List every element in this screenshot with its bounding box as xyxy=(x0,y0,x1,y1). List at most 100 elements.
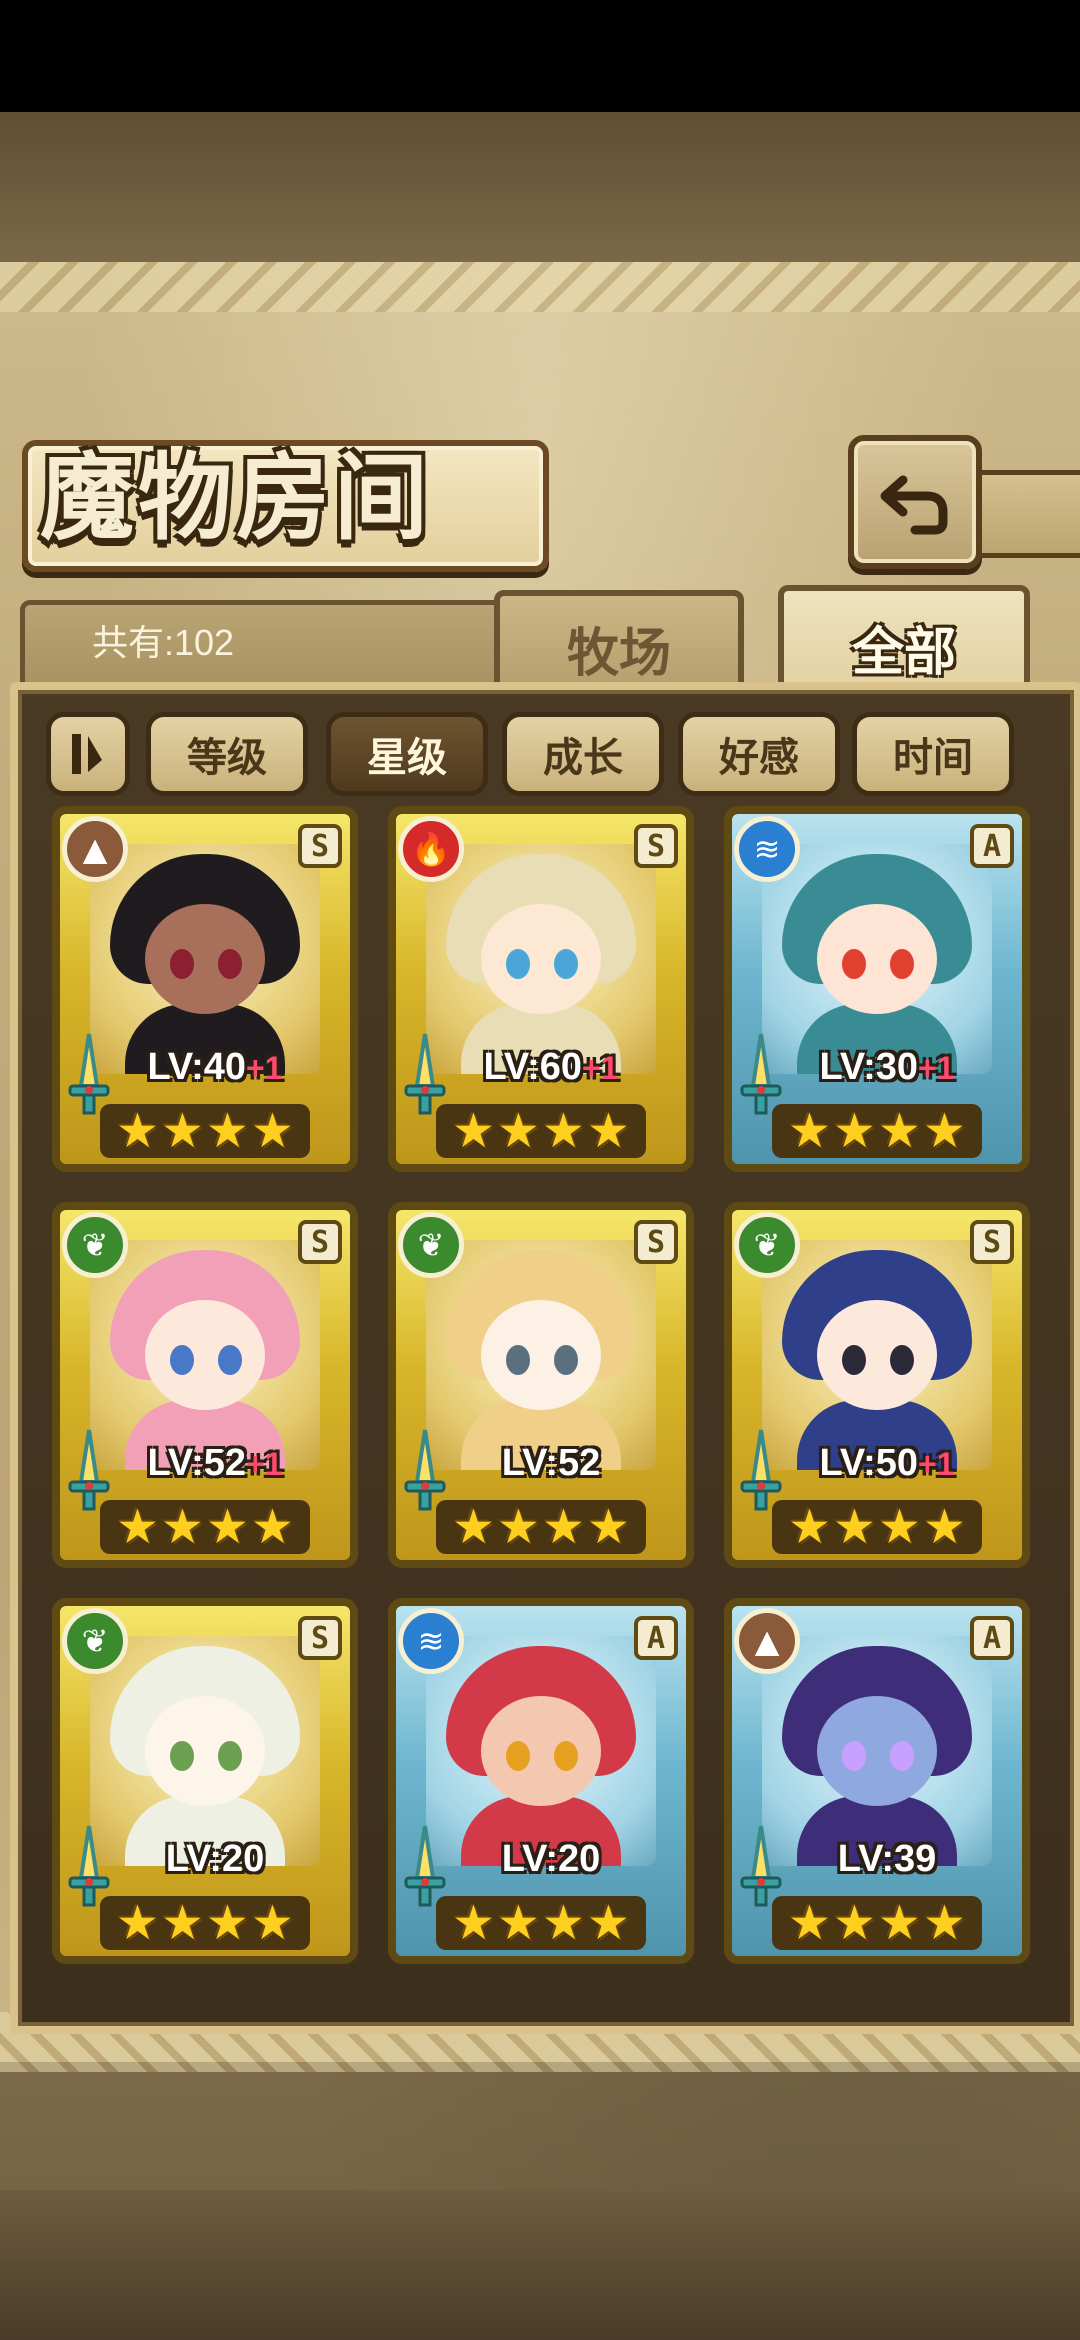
earth-element-icon: ▲ xyxy=(62,816,128,882)
water-element-icon: ≋ xyxy=(398,1608,464,1674)
filter-toggle-icon xyxy=(72,734,102,774)
monster-portrait xyxy=(90,844,320,1074)
portrait-eye xyxy=(218,1345,242,1375)
rank-badge: A xyxy=(970,1616,1014,1660)
portrait-face xyxy=(481,904,601,1014)
sort-level-button[interactable]: 等级 xyxy=(146,712,308,796)
monster-card[interactable]: ❦ S LV:50+1 ★ ★ ★ ★ xyxy=(724,1202,1030,1568)
rank-badge: S xyxy=(298,1616,342,1660)
star-rating: ★ ★ ★ ★ xyxy=(100,1500,310,1554)
star-icon: ★ xyxy=(923,1895,967,1951)
back-button[interactable] xyxy=(848,435,982,569)
star-icon: ★ xyxy=(251,1103,295,1159)
star-icon: ★ xyxy=(206,1895,250,1951)
level-label: LV:39 xyxy=(772,1834,1002,1884)
star-icon: ★ xyxy=(832,1103,876,1159)
level-value: LV:39 xyxy=(837,1838,937,1880)
portrait-face xyxy=(481,1696,601,1806)
sort-star-button[interactable]: 星级 xyxy=(326,712,488,796)
level-bonus: +1 xyxy=(246,1446,283,1482)
rank-badge: S xyxy=(634,824,678,868)
monster-card[interactable]: ≋ A LV:30+1 ★ ★ ★ ★ xyxy=(724,806,1030,1172)
level-bonus: +1 xyxy=(918,1446,955,1482)
level-value: LV:52 xyxy=(147,1442,247,1484)
star-icon: ★ xyxy=(878,1499,922,1555)
star-icon: ★ xyxy=(115,1103,159,1159)
monster-portrait xyxy=(426,844,656,1074)
level-label: LV:30+1 xyxy=(772,1042,1002,1092)
star-icon: ★ xyxy=(542,1103,586,1159)
portrait-face xyxy=(481,1300,601,1410)
level-value: LV:50 xyxy=(819,1442,919,1484)
page-title: 魔物房间 xyxy=(40,443,433,553)
level-bonus: +1 xyxy=(918,1050,955,1086)
level-value: LV:52 xyxy=(501,1442,601,1484)
filter-toggle-button[interactable] xyxy=(46,712,130,796)
portrait-eye xyxy=(554,1345,578,1375)
star-rating: ★ ★ ★ ★ xyxy=(436,1896,646,1950)
portrait-eye xyxy=(170,1345,194,1375)
star-icon: ★ xyxy=(832,1499,876,1555)
level-value: LV:60 xyxy=(483,1046,583,1088)
level-value: LV:30 xyxy=(819,1046,919,1088)
sort-bar: 等级 星级 成长 好感 时间 xyxy=(46,712,1016,796)
star-icon: ★ xyxy=(587,1895,631,1951)
monster-card[interactable]: ❦ S LV:52+1 ★ ★ ★ ★ xyxy=(52,1202,358,1568)
monster-card[interactable]: ❦ S LV:20 ★ ★ ★ ★ xyxy=(52,1598,358,1964)
rank-badge: A xyxy=(634,1616,678,1660)
monster-portrait xyxy=(762,844,992,1074)
star-icon: ★ xyxy=(251,1499,295,1555)
portrait-eye xyxy=(842,1741,866,1771)
portrait-face xyxy=(145,904,265,1014)
portrait-eye xyxy=(218,949,242,979)
star-icon: ★ xyxy=(160,1499,204,1555)
star-icon: ★ xyxy=(587,1499,631,1555)
star-icon: ★ xyxy=(832,1895,876,1951)
earth-element-icon: ▲ xyxy=(734,1608,800,1674)
star-icon: ★ xyxy=(160,1895,204,1951)
monster-card[interactable]: 🔥 S LV:60+1 ★ ★ ★ ★ xyxy=(388,806,694,1172)
level-value: LV:40 xyxy=(147,1046,247,1088)
star-icon: ★ xyxy=(542,1895,586,1951)
portrait-eye xyxy=(554,949,578,979)
monster-portrait xyxy=(90,1240,320,1470)
star-icon: ★ xyxy=(878,1103,922,1159)
star-icon: ★ xyxy=(496,1103,540,1159)
star-icon: ★ xyxy=(160,1103,204,1159)
portrait-eye xyxy=(506,1345,530,1375)
level-value: LV:20 xyxy=(165,1838,265,1880)
portrait-face xyxy=(145,1300,265,1410)
star-icon: ★ xyxy=(496,1895,540,1951)
star-icon: ★ xyxy=(451,1103,495,1159)
star-rating: ★ ★ ★ ★ xyxy=(772,1104,982,1158)
level-bonus: +1 xyxy=(582,1050,619,1086)
level-label: LV:40+1 xyxy=(100,1042,330,1092)
star-icon: ★ xyxy=(787,1895,831,1951)
nature-element-icon: ❦ xyxy=(398,1212,464,1278)
sort-affection-button[interactable]: 好感 xyxy=(678,712,840,796)
bottom-band xyxy=(0,2190,1080,2340)
portrait-eye xyxy=(890,1345,914,1375)
star-icon: ★ xyxy=(878,1895,922,1951)
monster-card[interactable]: ▲ S LV:40+1 ★ ★ ★ ★ xyxy=(52,806,358,1172)
sort-time-button[interactable]: 时间 xyxy=(852,712,1014,796)
star-rating: ★ ★ ★ ★ xyxy=(100,1896,310,1950)
star-icon: ★ xyxy=(787,1499,831,1555)
level-bonus: +1 xyxy=(246,1050,283,1086)
portrait-face xyxy=(817,904,937,1014)
fire-element-icon: 🔥 xyxy=(398,816,464,882)
monster-card[interactable]: ▲ A LV:39 ★ ★ ★ ★ xyxy=(724,1598,1030,1964)
water-element-icon: ≋ xyxy=(734,816,800,882)
star-icon: ★ xyxy=(496,1499,540,1555)
star-icon: ★ xyxy=(587,1103,631,1159)
monster-card[interactable]: ❦ S LV:52 ★ ★ ★ ★ xyxy=(388,1202,694,1568)
monster-card[interactable]: ≋ A LV:20 ★ ★ ★ ★ xyxy=(388,1598,694,1964)
star-icon: ★ xyxy=(451,1499,495,1555)
nature-element-icon: ❦ xyxy=(62,1608,128,1674)
rank-badge: S xyxy=(298,1220,342,1264)
sort-growth-button[interactable]: 成长 xyxy=(502,712,664,796)
portrait-eye xyxy=(890,949,914,979)
star-icon: ★ xyxy=(115,1895,159,1951)
portrait-face xyxy=(145,1696,265,1806)
portrait-face xyxy=(817,1300,937,1410)
